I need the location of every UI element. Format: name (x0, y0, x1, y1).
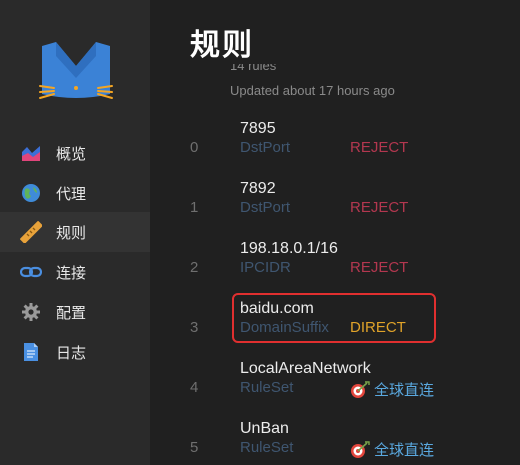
globe-icon (20, 182, 42, 204)
sidebar-item-label: 规则 (56, 224, 87, 242)
rules-count: 14 rules (230, 64, 277, 73)
rule-row[interactable]: 1 7892 DstPort REJECT (150, 180, 520, 240)
rule-proxy: 全球直连 (350, 439, 434, 460)
sidebar-item-logs[interactable]: 日志 (0, 332, 150, 372)
sidebar-item-label: 代理 (56, 185, 87, 203)
rule-proxy-label: 全球直连 (374, 442, 435, 459)
sidebar-item-proxies[interactable]: 代理 (0, 173, 150, 213)
rule-type: IPCIDR (240, 259, 291, 276)
rule-payload: 198.18.0.1/16 (240, 240, 338, 257)
target-icon (351, 440, 370, 458)
rule-row[interactable]: 4 LocalAreaNetwork RuleSet 全球直连 (150, 360, 520, 420)
sidebar-item-connections[interactable]: 连接 (0, 252, 150, 292)
rule-row[interactable]: 5 UnBan RuleSet 全球直连 (150, 420, 520, 465)
rule-proxy: REJECT (350, 139, 409, 156)
rule-row[interactable]: 0 7895 DstPort REJECT (150, 120, 520, 180)
rule-index: 4 (190, 379, 199, 396)
rule-proxy: REJECT (350, 199, 409, 216)
highlight-box (232, 293, 436, 343)
sidebar-item-rules[interactable]: 规则 (0, 212, 150, 252)
rule-proxy-label: 全球直连 (374, 382, 435, 399)
rules-panel: 规则 14 rules Updated about 17 hours ago 0… (150, 0, 520, 465)
rule-payload: 7895 (240, 120, 276, 137)
sidebar-item-label: 连接 (56, 264, 87, 282)
rule-type: DstPort (240, 199, 291, 216)
sidebar-item-config[interactable]: 配置 (0, 292, 150, 332)
rule-payload: LocalAreaNetwork (240, 360, 371, 377)
rule-type: DstPort (240, 139, 291, 156)
target-icon (351, 380, 370, 398)
rule-index: 0 (190, 139, 199, 156)
ruler-icon (20, 221, 42, 243)
rule-proxy: REJECT (350, 259, 409, 276)
document-icon (20, 341, 42, 363)
page-title: 规则 (190, 29, 254, 62)
sidebar-item-label: 概览 (56, 145, 87, 163)
chart-icon (20, 142, 42, 164)
rule-type: RuleSet (240, 379, 294, 396)
rule-proxy: 全球直连 (350, 379, 434, 400)
gear-icon (20, 301, 42, 323)
sidebar: 概览 代理 规则 连接 配置 日志 (0, 0, 150, 465)
sidebar-item-overview[interactable]: 概览 (0, 133, 150, 173)
rule-payload: UnBan (240, 420, 289, 437)
rule-payload: 7892 (240, 180, 276, 197)
sidebar-item-label: 配置 (56, 304, 87, 322)
rule-row[interactable]: 2 198.18.0.1/16 IPCIDR REJECT (150, 240, 520, 300)
rule-index: 2 (190, 259, 199, 276)
rule-index: 5 (190, 439, 199, 456)
rule-index: 3 (190, 319, 199, 336)
clash-cat-logo-icon (39, 42, 113, 99)
link-icon (20, 261, 42, 283)
sidebar-item-label: 日志 (56, 344, 87, 362)
rule-type: RuleSet (240, 439, 294, 456)
rule-index: 1 (190, 199, 199, 216)
updated-timestamp: Updated about 17 hours ago (230, 83, 395, 98)
